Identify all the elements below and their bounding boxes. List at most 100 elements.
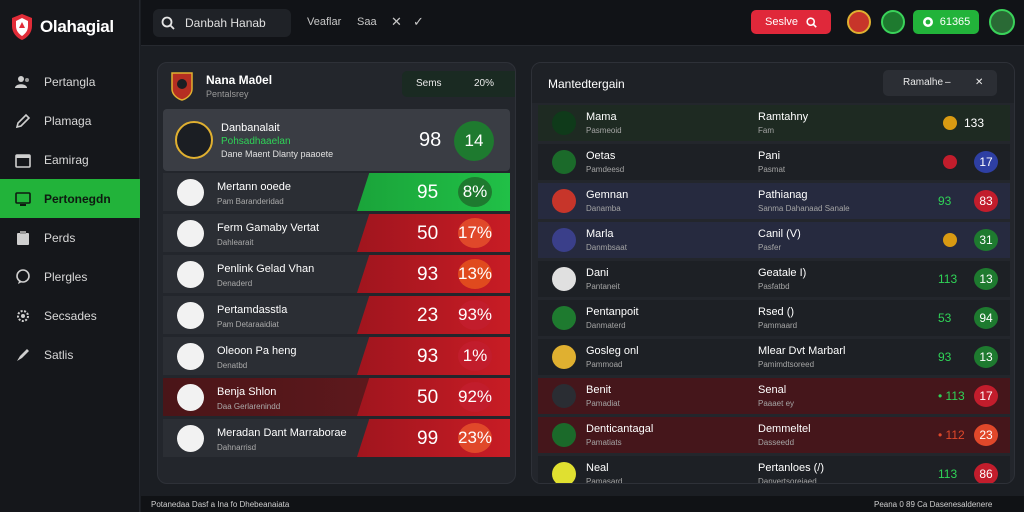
dash-icon: – [945,77,951,88]
list-item[interactable]: Dani Pantaneit Geatale I) Pasfatbd 113 13 [538,261,1010,297]
list-item[interactable]: Oetas Pamdeesd Pani Pasmat 17 [538,144,1010,180]
row-name: Pentanpoit [586,306,639,318]
row-pct: 1% [458,341,492,371]
team-logo-icon [552,267,576,291]
sidebar-item-label: Secsades [44,308,97,323]
team-logo-icon [177,425,204,452]
search-icon [806,16,817,28]
sidebar-item-2[interactable]: Plamaga [0,101,140,140]
row-opponent-sub: Paaaet ey [758,399,795,408]
app-logo[interactable]: Olahagial [10,12,114,42]
row-pct: 17% [458,218,492,248]
filter-label: Sems [416,78,442,89]
team-logo-icon [552,462,576,483]
users-icon [14,73,32,91]
red-action-button[interactable]: Seslve [751,10,831,34]
sidebar-item-5[interactable]: Perds [0,218,140,257]
row-opponent: Senal [758,384,787,396]
user-avatar[interactable] [881,10,905,34]
team-logo-icon [175,121,213,159]
row-name: Oetas [586,150,616,162]
sidebar-item-label: Pertonegdn [44,191,111,206]
top-link-2[interactable]: Saa [357,16,377,28]
list-item[interactable]: Gosleg onl Pammoad Mlear Dvt Marbarl Pamimd… [538,339,1010,375]
search-box[interactable] [153,9,291,37]
row-name: Denticantagal [586,423,654,435]
row-opponent: Demmeltel [758,423,811,435]
row-score: 99 [417,428,439,449]
row-sub: Pam Detaraaidiat [217,320,279,329]
row-sub: Pammoad [586,360,623,369]
profile-avatar[interactable] [989,9,1015,35]
featured-score: 98 [419,129,442,151]
table-row[interactable]: Mertann ooede Pam Baranderidad 95 8% [163,173,510,211]
list-item[interactable]: Mama Pasmeoid Ramtahny Fam 133 [538,105,1010,141]
green-balance-button[interactable]: 61365 [913,10,979,34]
sidebar-item-6[interactable]: Plergles [0,257,140,296]
check-icon[interactable]: ✓ [413,14,424,30]
dropdown-label: Ramalhe [903,77,944,88]
search-input[interactable] [185,16,285,30]
table-row[interactable]: Pertamdasstla Pam Detaraaidiat 23 93% [163,296,510,334]
sidebar-item-7[interactable]: Secsades [0,296,140,335]
row-sub: Pantaneit [586,282,620,291]
table-row[interactable]: Benja Shlon Daa Gerlarenindd 50 92% [163,378,510,416]
sidebar-item-8[interactable]: Satlis [0,335,140,374]
row-sub: Pam Baranderidad [217,197,284,206]
badge-avatar[interactable] [847,10,871,34]
row-opponent: Geatale I) [758,267,807,279]
list-item[interactable]: Benit Pamadiat Senal Paaaet ey • 113 17 [538,378,1010,414]
status-left: Potanedaa Dasf a Ina fo Dhebeanaiata [151,500,290,509]
row-name: Oleoon Pa heng [217,345,297,357]
featured-link[interactable]: Pohsadhaaelan [221,136,291,147]
sidebar-item-3[interactable]: Eamirag [0,140,140,179]
row-opponent-sub: Danvertsoreiaed [758,477,817,484]
list-item[interactable]: Pentanpoit Danmaterd Rsed () Pammaard 53 94 [538,300,1010,336]
row-sub: Daa Gerlarenindd [217,402,281,411]
row-name: Neal [586,462,609,474]
close-icon[interactable]: ✕ [391,14,402,30]
team-logo-icon [552,345,576,369]
row-sub: Pamdeesd [586,165,625,174]
row-score: 95 [417,182,439,203]
table-row[interactable]: Oleoon Pa heng Denatbd 93 1% [163,337,510,375]
team-logo-icon [552,228,576,252]
row-pct: 23% [458,423,492,453]
row-value: 133 [964,116,985,130]
team-logo-icon [552,423,576,447]
right-panel-title: Mantedtergain [548,77,625,91]
sidebar-item-label: Satlis [44,347,74,362]
left-panel-subtitle: Pentalsrey [206,89,249,99]
team-logo-icon [552,189,576,213]
list-item[interactable]: Marla Danmbsaat Canil (V) Pasfer 31 [538,222,1010,258]
row-score: 50 [417,223,439,244]
sidebar-item-1[interactable]: Pertangla [0,62,140,101]
table-row[interactable]: Ferm Gamaby Vertat Dahlearait 50 17% [163,214,510,252]
list-item[interactable]: Denticantagal Pamatiats Demmeltel Dasseedd •… [538,417,1010,453]
row-name: Benja Shlon [217,386,277,398]
row-opponent: Canil (V) [758,228,801,240]
row-value: 113 [938,272,958,286]
team-logo-icon [552,111,576,135]
row-name: Gemnan [586,189,629,201]
row-sub: Danmaterd [586,321,626,330]
sidebar-nav: Pertangla Plamaga Eamirag Pertonegdn Per… [0,62,140,374]
left-panel-filter[interactable]: Sems 20% [402,71,515,97]
row-sub: Danamba [586,204,621,213]
featured-row[interactable]: Danbanalait Pohsadhaaelan Dane Maent Dla… [163,109,510,171]
row-value: 113 [938,467,958,481]
row-value: 93 [938,350,952,364]
list-item[interactable]: Neal Pamasard Pertanloes (/) Danvertsoreiae… [538,456,1010,484]
row-opponent: Pani [758,150,781,162]
row-value: 93 [938,194,952,208]
table-row[interactable]: Penlink Gelad Vhan Denaderd 93 13% [163,255,510,293]
close-icon[interactable]: ✕ [975,77,983,88]
top-link-1[interactable]: Veaflar [307,16,341,28]
sidebar-item-4[interactable]: Pertonegdn [0,179,140,218]
row-opponent-sub: Pammaard [758,321,798,330]
table-row[interactable]: Meradan Dant Marraborae Dahnarrisd 99 23% [163,419,510,457]
row-name: Ferm Gamaby Vertat [217,222,320,234]
row-value: • 112 [938,428,965,442]
right-panel-dropdown[interactable]: Ramalhe – ✕ [883,70,997,96]
list-item[interactable]: Gemnan Danamba Pathianag Sanma Dahanaad San… [538,183,1010,219]
